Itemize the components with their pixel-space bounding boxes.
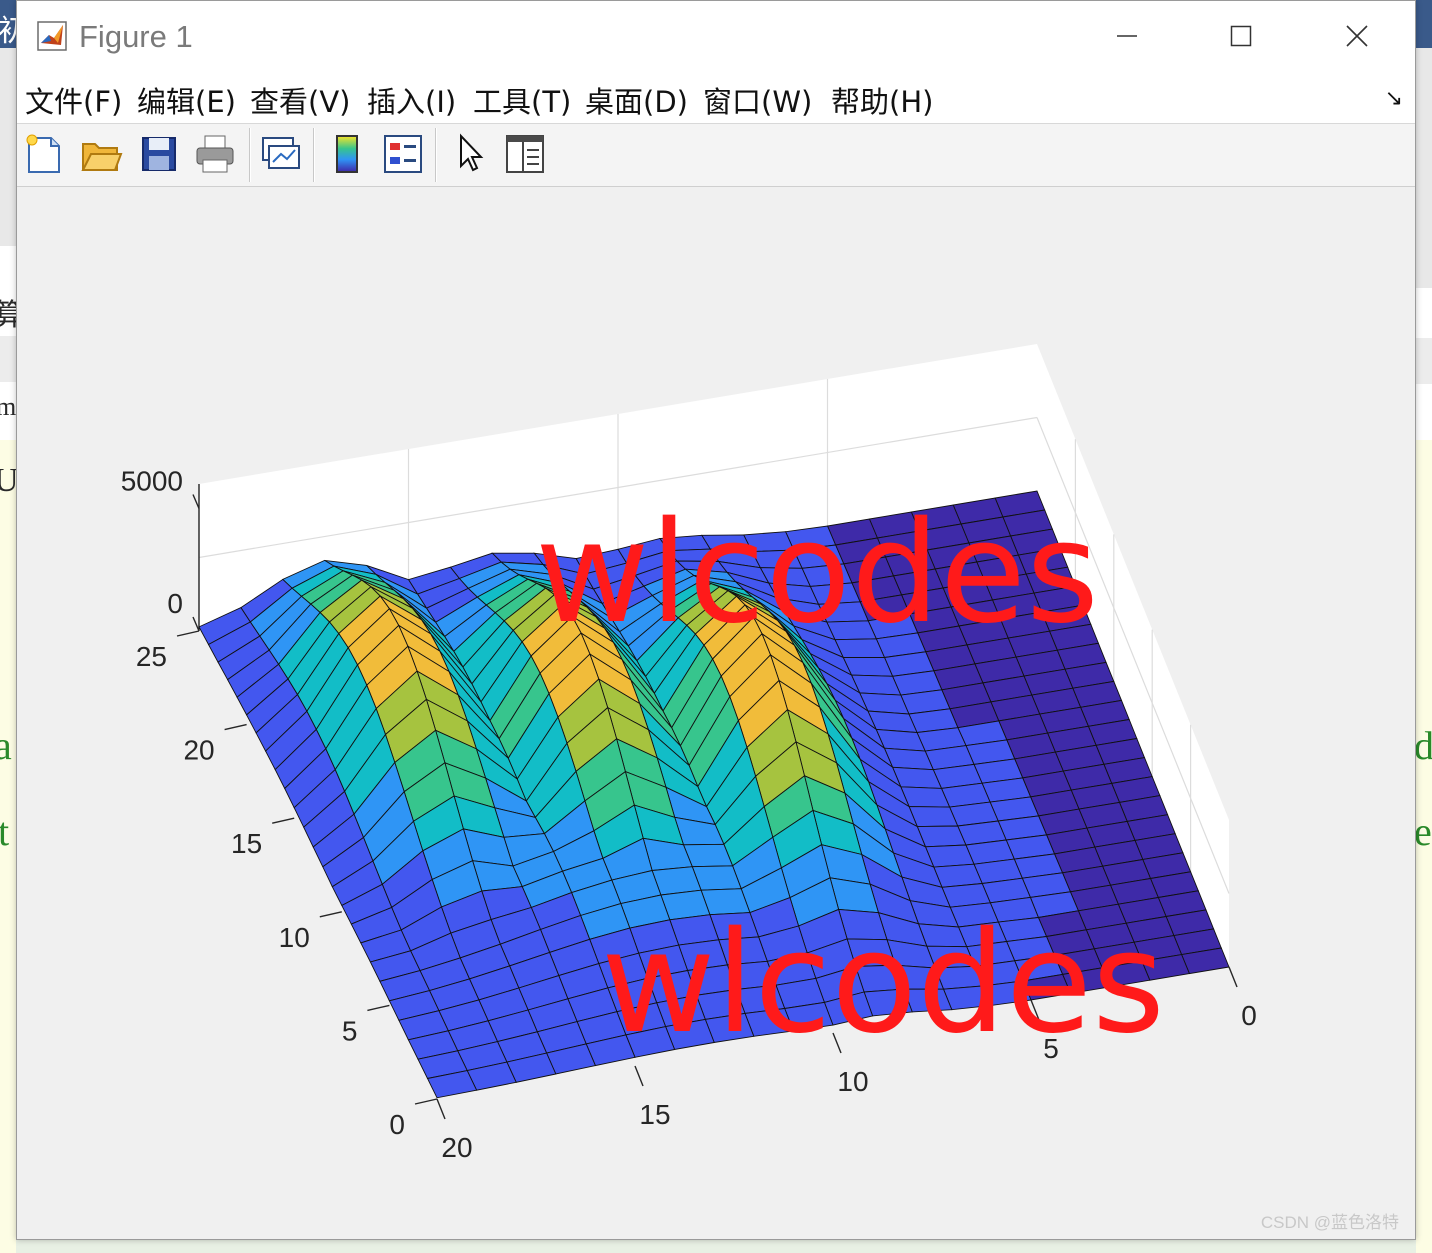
open-file-icon[interactable]	[79, 132, 123, 176]
toolbar	[17, 124, 1415, 187]
surface-plot[interactable]: 05101520051015202505000wlcodeswlcodes	[17, 187, 1415, 1239]
x-tick	[436, 1098, 446, 1120]
link-plot-icon[interactable]	[259, 132, 303, 176]
print-icon[interactable]	[193, 132, 237, 176]
bg-fragment-text: e	[1414, 809, 1432, 854]
y-tick	[224, 723, 247, 731]
maximize-button[interactable]	[1211, 13, 1271, 59]
matlab-icon	[37, 21, 67, 51]
menu-overflow-arrow[interactable]: ↘	[1385, 85, 1403, 111]
x-tick	[634, 1065, 644, 1087]
y-tick-label: 5	[342, 1015, 358, 1046]
background-left-fragment	[0, 0, 16, 1253]
title-bar[interactable]: Figure 1	[17, 1, 1415, 71]
menu-view[interactable]: 查看(V)	[250, 79, 350, 121]
y-tick	[319, 911, 342, 918]
toolbar-separator	[313, 128, 315, 182]
menu-help[interactable]: 帮助(H)	[831, 79, 933, 121]
toolbar-separator	[249, 128, 251, 182]
z-tick-label: 0	[167, 588, 183, 619]
window-title: Figure 1	[79, 19, 193, 54]
legend-icon[interactable]	[381, 132, 425, 176]
y-tick-label: 20	[183, 735, 214, 766]
x-tick	[1228, 966, 1238, 988]
y-tick	[176, 630, 200, 637]
menu-window[interactable]: 窗口(W)	[703, 79, 812, 121]
figure-window: Figure 1 文件(F) 编辑(E) 查看(V) 插入(I) 工具(T) 桌…	[16, 0, 1416, 1240]
x-tick-label: 0	[1241, 1000, 1257, 1031]
z-tick-label: 5000	[121, 466, 183, 497]
toolbar-separator	[435, 128, 437, 182]
bg-fragment-text: t	[0, 809, 10, 854]
menu-desktop[interactable]: 桌面(D)	[585, 79, 688, 121]
figure-canvas: 0 5 10 15 20 0 5 10 15 20 25 0 5000 wlcodes wlcodes	[17, 187, 1415, 1239]
background-right-fragment	[1416, 0, 1432, 1253]
z-tick	[192, 616, 200, 632]
footer-watermark: CSDN @蓝色洛特	[1260, 1213, 1399, 1232]
bg-fragment-text: d	[1414, 723, 1432, 768]
wlcodes-annotation: wlcodes	[601, 902, 1165, 1065]
menu-tools[interactable]: 工具(T)	[473, 79, 571, 121]
close-button[interactable]	[1327, 13, 1387, 59]
minimize-button[interactable]	[1097, 13, 1157, 59]
y-tick	[414, 1098, 438, 1105]
z-tick	[192, 494, 200, 509]
save-icon[interactable]	[137, 132, 181, 176]
y-tick-label: 15	[231, 828, 262, 859]
wlcodes-annotation: wlcodes	[535, 492, 1099, 655]
menu-insert[interactable]: 插入(I)	[367, 79, 456, 121]
x-tick-label: 20	[441, 1132, 472, 1163]
y-tick-label: 10	[279, 922, 310, 953]
property-inspector-icon[interactable]	[503, 132, 547, 176]
y-tick-label: 0	[389, 1109, 405, 1140]
menu-file[interactable]: 文件(F)	[25, 79, 122, 121]
bg-fragment-text: m	[0, 392, 17, 421]
new-figure-icon[interactable]	[23, 132, 67, 176]
colorbar-icon[interactable]	[325, 132, 369, 176]
edit-plot-icon[interactable]	[449, 132, 493, 176]
close-icon	[1346, 25, 1368, 47]
y-tick	[367, 1004, 390, 1012]
y-tick-label: 25	[136, 641, 167, 672]
x-tick-label: 15	[639, 1099, 670, 1130]
bg-fragment-text: a	[0, 723, 12, 768]
menu-edit[interactable]: 编辑(E)	[137, 79, 236, 121]
menu-bar: 文件(F) 编辑(E) 查看(V) 插入(I) 工具(T) 桌面(D) 窗口(W…	[17, 71, 1415, 124]
maximize-icon	[1230, 25, 1252, 47]
minimize-icon	[1117, 35, 1137, 37]
x-tick-label: 10	[837, 1066, 868, 1097]
y-tick	[272, 817, 295, 824]
